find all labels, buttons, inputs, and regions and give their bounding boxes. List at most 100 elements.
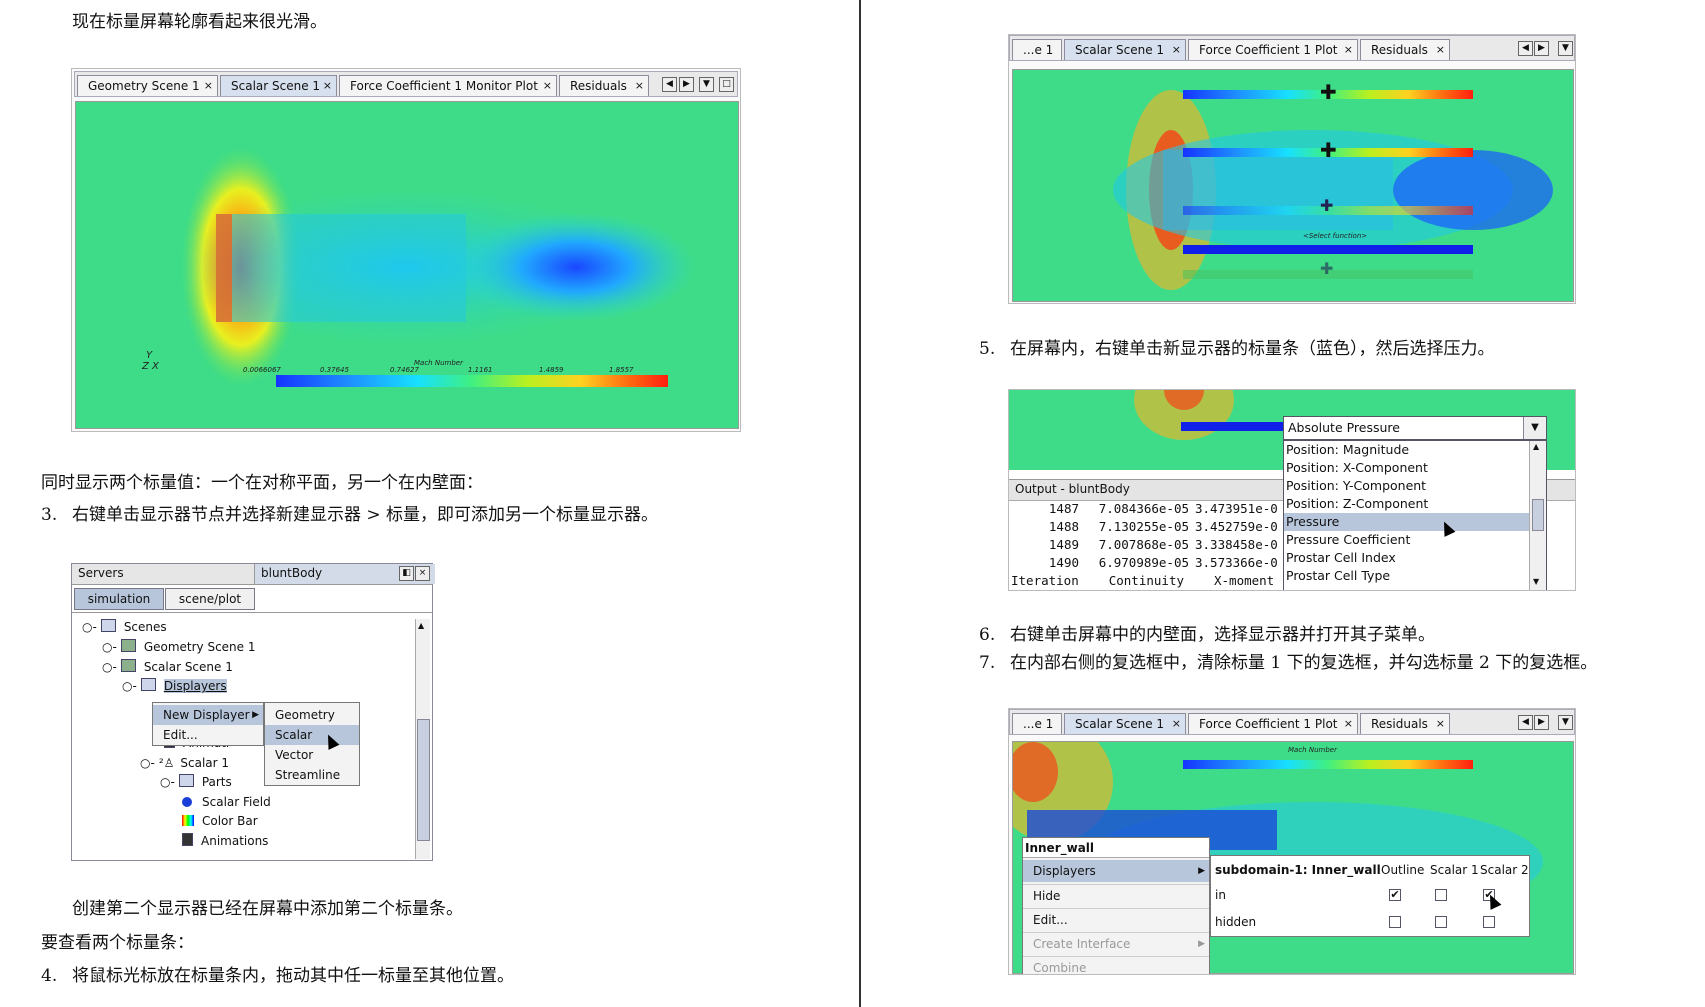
tab-simulation[interactable]: simulation [74,588,164,610]
close-icon[interactable]: × [323,76,332,96]
tree-node-geometry-scene[interactable]: ○- Geometry Scene 1 [102,638,256,656]
output-header-row: Iteration Continuity X-moment [1011,573,1275,588]
scalar-displayer-icon: ²♙ [158,756,175,770]
colorbar-1[interactable] [1183,760,1473,769]
dropdown-icon[interactable]: ▼ [1558,41,1573,56]
scroll-right-icon[interactable]: ▶ [1534,41,1549,56]
close-icon[interactable]: × [1344,714,1353,734]
axis-y-label: Y [146,350,153,361]
scroll-left-icon[interactable]: ◀ [1518,41,1533,56]
scroll-up-icon[interactable]: ▲ [418,621,424,630]
checkbox-hidden-scalar1[interactable] [1435,916,1447,928]
menu-vector[interactable]: Vector [265,745,359,765]
function-select[interactable]: Absolute Pressure ▼ [1283,416,1547,440]
scalar-scene-view[interactable]: Y Z X Mach Number 0.0066067 0.37645 0.74… [75,101,739,429]
chevron-down-icon[interactable]: ▼ [1523,417,1546,439]
tab-scalar-scene[interactable]: Scalar Scene 1 × [220,75,337,96]
close-icon[interactable]: × [543,76,552,96]
option-position-magnitude[interactable]: Position: Magnitude [1284,441,1546,459]
maximize-icon[interactable]: □ [719,77,734,92]
option-pressure-coefficient[interactable]: Pressure Coefficient [1284,531,1546,549]
tab-scene-plot[interactable]: scene/plot [165,588,255,610]
scroll-left-icon[interactable]: ◀ [1518,715,1533,730]
output-row: 1489 7.007868e-05 3.338458e-0 [1048,537,1278,552]
menu-displayers[interactable]: Displayers ▶ [1023,860,1209,882]
tree-node-displayers[interactable]: ○- Displayers [122,677,227,695]
close-icon[interactable]: × [1436,714,1445,734]
tree-node-scenes[interactable]: ○- Scenes [82,618,167,636]
option-position-x[interactable]: Position: X-Component [1284,459,1546,477]
list-scrollbar[interactable]: ▲ ▼ [1529,441,1546,590]
close-icon[interactable]: × [1436,40,1445,60]
scrollbar-thumb[interactable] [417,719,430,841]
checkbox-hidden-outline[interactable] [1389,916,1401,928]
scroll-left-icon[interactable]: ◀ [662,77,677,92]
arrow-right-icon: ▶ [1198,939,1205,949]
close-icon[interactable]: × [1172,714,1181,734]
option-position-y[interactable]: Position: Y-Component [1284,477,1546,495]
scroll-up-icon[interactable]: ▲ [1533,442,1539,451]
scalar-scene-view[interactable]: <Select function> ✚ ✚ ✚ ✚ [1012,69,1574,302]
dropdown-icon[interactable]: ▼ [699,77,714,92]
tab-residuals[interactable]: Residuals × [1360,39,1450,60]
scroll-right-icon[interactable]: ▶ [679,77,694,92]
step-number: 6. [979,625,996,645]
tab-truncated[interactable]: ...e 1 [1012,39,1062,60]
checkbox-hidden-scalar2[interactable] [1483,916,1495,928]
move-handle-icon[interactable]: ✚ [1320,196,1333,215]
tree-node-scalar-scene[interactable]: ○- Scalar Scene 1 [102,658,233,676]
close-icon[interactable]: × [204,76,213,96]
tab-force-coefficient[interactable]: Force Coefficient 1 Plot × [1188,713,1358,734]
close-icon[interactable]: × [1344,40,1353,60]
option-prostar-cell-type[interactable]: Prostar Cell Type [1284,567,1546,585]
menu-streamline[interactable]: Streamline [265,765,359,785]
restore-icon[interactable]: ◧ [399,566,414,581]
tab-geometry-scene[interactable]: Geometry Scene 1 × [77,75,218,96]
tab-force-coefficient[interactable]: Force Coefficient 1 Monitor Plot × [339,75,557,96]
tree-node-color-bar[interactable]: Color Bar [182,812,258,830]
menu-edit[interactable]: Edit... [153,725,263,745]
scalar-colorbar[interactable] [276,375,668,387]
checkbox-in-scalar1[interactable] [1435,889,1447,901]
tab-residuals[interactable]: Residuals × [1360,713,1450,734]
menu-edit[interactable]: Edit... [1023,908,1209,930]
mach-contour-graphic [1013,70,1573,301]
checkbox-in-outline[interactable]: ✔ [1389,889,1401,901]
new-scalar-bar[interactable] [1183,245,1473,254]
tree-node-scalar-field[interactable]: Scalar Field [182,793,271,811]
figure-function-dropdown: Output - bluntBody 1487 7.084366e-05 3.473… [1008,389,1576,591]
tree-scrollbar[interactable]: ▲ [415,619,430,859]
arrow-right-icon: ▶ [1198,866,1205,876]
tree-node-animations[interactable]: Animations [182,832,268,850]
tab-truncated[interactable]: ...e 1 [1012,713,1062,734]
new-scalar-bar[interactable] [1181,422,1291,431]
option-pressure[interactable]: Pressure [1284,513,1530,531]
scroll-down-icon[interactable]: ▼ [1533,577,1539,586]
move-handle-icon[interactable]: ✚ [1320,259,1333,278]
menu-geometry[interactable]: Geometry [265,705,359,725]
tab-scalar-scene[interactable]: Scalar Scene 1 × [1064,713,1186,734]
context-menu-displayers: New Displayer ▶ Edit... [152,702,264,746]
step-number: 4. [41,966,58,986]
dropdown-icon[interactable]: ▼ [1558,715,1573,730]
tree-node-parts[interactable]: ○- Parts [160,773,232,791]
move-handle-icon[interactable]: ✚ [1320,80,1337,104]
close-icon[interactable]: × [635,76,644,96]
tree-node-scalar1[interactable]: ○- ²♙ Scalar 1 [140,754,229,772]
tab-residuals[interactable]: Residuals × [559,75,649,96]
step-6-text: 右键单击屏幕中的内壁面，选择显示器并打开其子菜单。 [1010,625,1435,645]
close-icon[interactable]: × [1172,40,1181,60]
menu-hide[interactable]: Hide [1023,884,1209,906]
menu-new-displayer[interactable]: New Displayer ▶ [153,705,263,725]
scrollbar-thumb[interactable] [1532,499,1544,531]
scroll-right-icon[interactable]: ▶ [1534,715,1549,730]
option-prostar-cell-index[interactable]: Prostar Cell Index [1284,549,1546,567]
move-handle-icon[interactable]: ✚ [1320,138,1337,162]
tab-scalar-scene[interactable]: Scalar Scene 1 × [1064,39,1186,60]
folder-icon [178,774,194,787]
servers-tab[interactable]: Servers [78,566,124,580]
option-position-z[interactable]: Position: Z-Component [1284,495,1546,513]
tab-force-coefficient[interactable]: Force Coefficient 1 Plot × [1188,39,1358,60]
menu-scalar[interactable]: Scalar [265,725,359,745]
close-icon[interactable]: × [415,566,430,581]
